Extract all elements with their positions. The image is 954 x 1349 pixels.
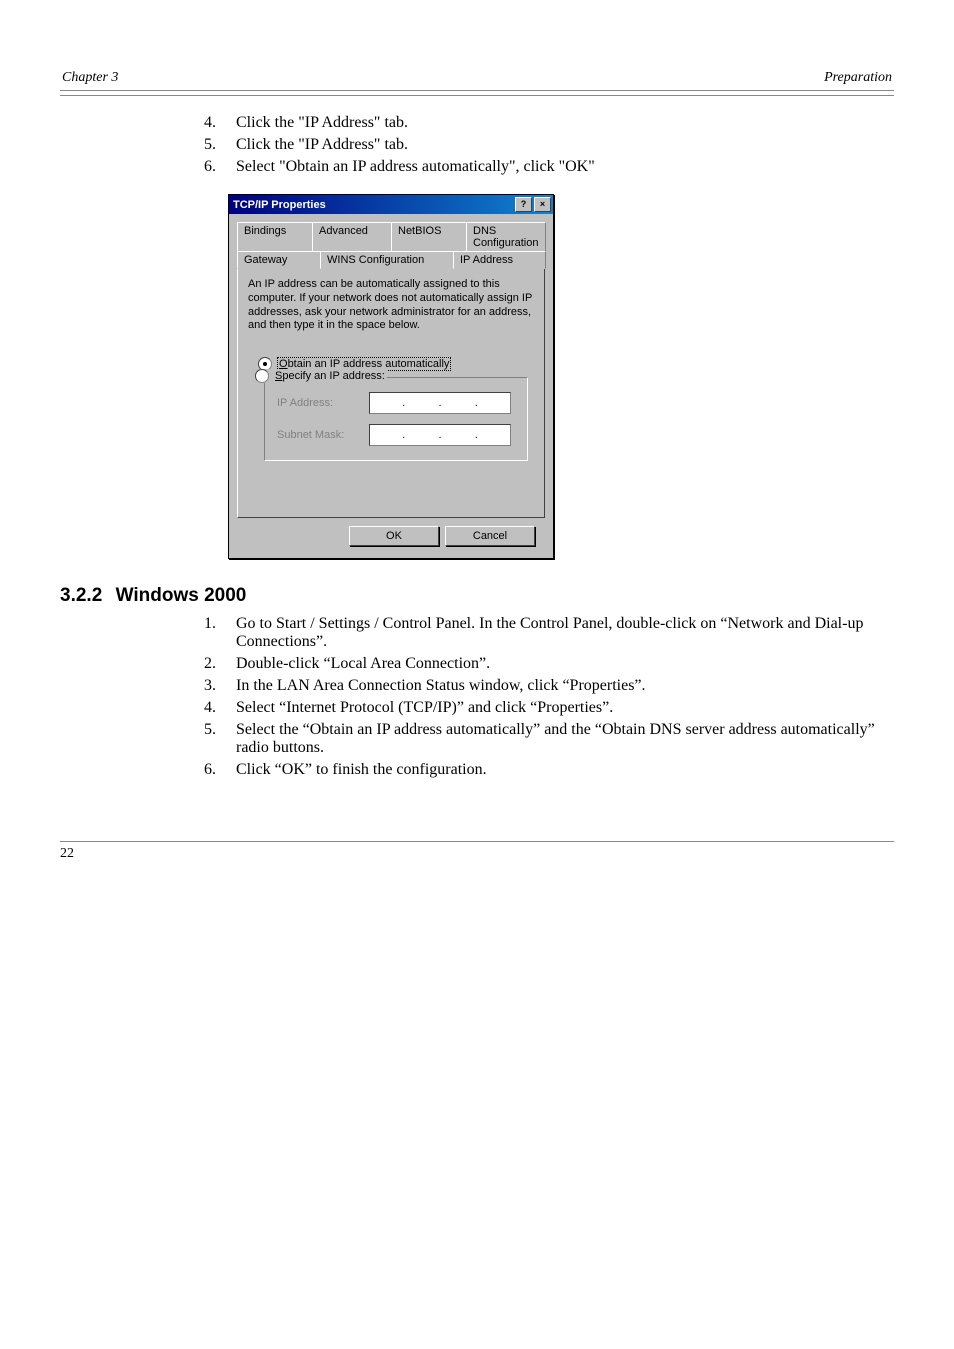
- radio-icon: [255, 369, 269, 383]
- cancel-button[interactable]: Cancel: [445, 526, 535, 546]
- steps-list-b: Go to Start / Settings / Control Panel. …: [100, 615, 894, 779]
- step-item: Click the "IP Address" tab.: [220, 114, 894, 132]
- page-footer: 22: [0, 837, 954, 892]
- tab-dns-configuration[interactable]: DNS Configuration: [466, 222, 546, 251]
- label-subnet-mask: Subnet Mask:: [277, 429, 359, 441]
- step-item: In the LAN Area Connection Status window…: [220, 677, 894, 695]
- tab-ip-address[interactable]: IP Address: [453, 251, 546, 269]
- dialog-titlebar: TCP/IP Properties ? ×: [229, 195, 553, 214]
- step-item: Click the "IP Address" tab.: [220, 136, 894, 154]
- radio-specify-ip[interactable]: Specify an IP address:: [255, 369, 385, 383]
- tab-netbios[interactable]: NetBIOS: [391, 222, 467, 251]
- steps-list-a: Click the "IP Address" tab. Click the "I…: [100, 114, 894, 176]
- step-item: Select "Obtain an IP address automatical…: [220, 158, 894, 176]
- section-number: 3.2.2: [60, 585, 102, 606]
- section-title: Windows 2000: [116, 585, 247, 606]
- dialog-title: TCP/IP Properties: [233, 199, 326, 211]
- specify-ip-fieldset: Specify an IP address: IP Address: . . .: [264, 377, 528, 461]
- step-item: Double-click “Local Area Connection”.: [220, 655, 894, 673]
- help-icon[interactable]: ?: [515, 197, 532, 212]
- ip-address-input[interactable]: . . .: [369, 392, 511, 414]
- tab-gateway[interactable]: Gateway: [237, 251, 321, 269]
- tab-pane-ip-address: An IP address can be automatically assig…: [237, 267, 545, 518]
- tab-wins-configuration[interactable]: WINS Configuration: [320, 251, 454, 269]
- tab-bindings[interactable]: Bindings: [237, 222, 313, 251]
- label-ip-address: IP Address:: [277, 397, 359, 409]
- footer-page-number: 22: [60, 846, 74, 862]
- dialog-screenshot: TCP/IP Properties ? × Bindings Advanced …: [228, 194, 894, 559]
- ok-button[interactable]: OK: [349, 526, 439, 546]
- tcpip-properties-dialog: TCP/IP Properties ? × Bindings Advanced …: [228, 194, 554, 559]
- page-header: Chapter 3 Preparation: [60, 60, 894, 91]
- header-right: Preparation: [824, 70, 892, 86]
- header-left: Chapter 3: [62, 70, 118, 86]
- close-icon[interactable]: ×: [534, 197, 551, 212]
- section-heading: 3.2.2 Windows 2000: [60, 585, 894, 607]
- step-item: Select the “Obtain an IP address automat…: [220, 721, 894, 757]
- step-item: Go to Start / Settings / Control Panel. …: [220, 615, 894, 651]
- tab-strip: Bindings Advanced NetBIOS DNS Configurat…: [237, 222, 545, 268]
- step-item: Select “Internet Protocol (TCP/IP)” and …: [220, 699, 894, 717]
- step-item: Click “OK” to finish the configuration.: [220, 761, 894, 779]
- radio-label: Specify an IP address:: [275, 370, 385, 382]
- tab-advanced[interactable]: Advanced: [312, 222, 392, 251]
- header-rule: [60, 95, 894, 96]
- explain-text: An IP address can be automatically assig…: [248, 278, 534, 333]
- subnet-mask-input[interactable]: . . .: [369, 424, 511, 446]
